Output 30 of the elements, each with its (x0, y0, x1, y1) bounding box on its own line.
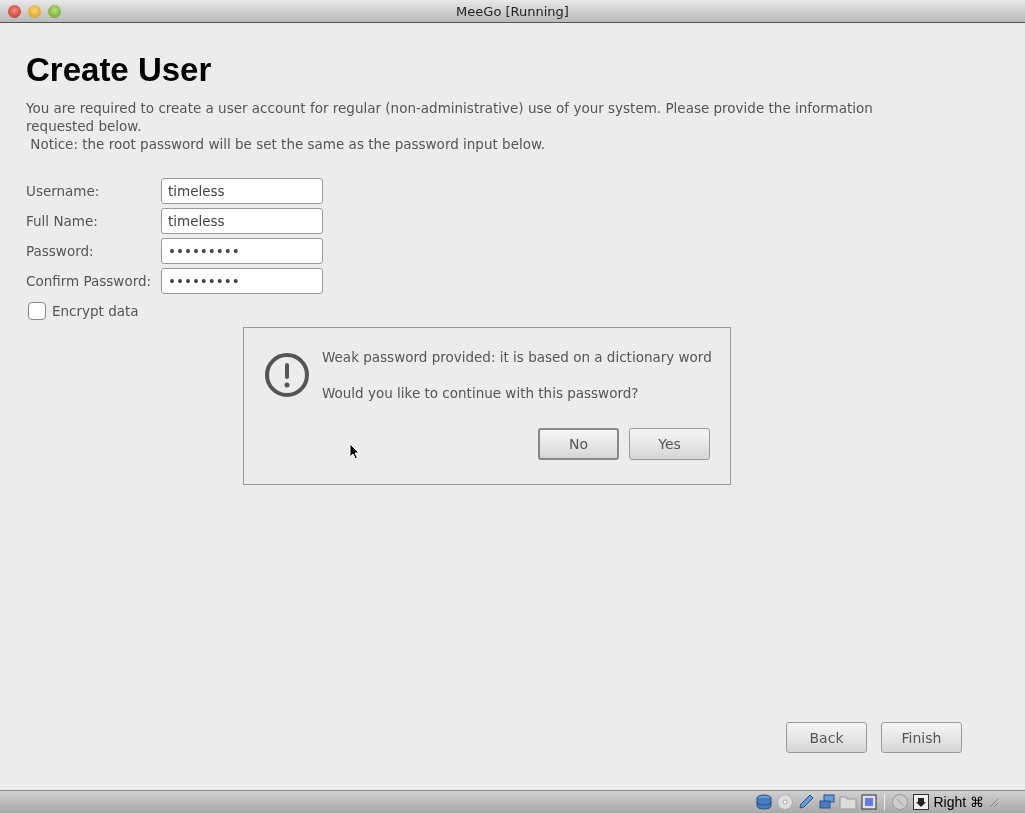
field-label: Confirm Password: (26, 273, 153, 289)
description-text: You are required to create a user account for regular (non-administrative) use of your system. Please provide the information requested below. (26, 99, 874, 135)
notice-text: Notice: the root password will be set the same as the password input below. (29, 135, 547, 153)
window-title: MeeGo [Running] (456, 3, 569, 19)
field-label: Full Name: (26, 213, 99, 229)
network-icon[interactable] (818, 793, 837, 811)
checkbox-label: Encrypt data (52, 303, 139, 319)
host-key-label: Right ⌘ (933, 794, 984, 810)
yes-button[interactable]: Yes (629, 428, 710, 460)
resize-grip-icon[interactable] (987, 796, 999, 808)
keyboard-capture-icon[interactable] (912, 793, 931, 811)
warning-message: Weak password provided: it is based on a dictionary word (322, 349, 712, 365)
mouse-pointer-icon (349, 443, 360, 460)
hard-disk-icon[interactable] (755, 793, 774, 811)
input-field[interactable]: timeless (161, 208, 323, 234)
page-title: Create User (26, 51, 213, 89)
input-field[interactable]: timeless (161, 178, 323, 204)
finish-button[interactable]: Finish (881, 722, 962, 753)
checkbox[interactable] (28, 302, 46, 320)
input-field[interactable]: ••••••••• (161, 268, 323, 294)
zoom-button[interactable] (48, 4, 61, 18)
question-text: Would you like to continue with this password? (322, 385, 639, 401)
field-label: Username: (26, 183, 101, 199)
close-button[interactable] (8, 4, 21, 18)
field-label: Password: (26, 243, 95, 259)
no-button[interactable]: No (538, 428, 619, 460)
input-field[interactable]: ••••••••• (161, 238, 323, 264)
warning-icon (264, 352, 310, 398)
folder-icon[interactable] (839, 793, 858, 811)
back-button[interactable]: Back (786, 722, 867, 753)
